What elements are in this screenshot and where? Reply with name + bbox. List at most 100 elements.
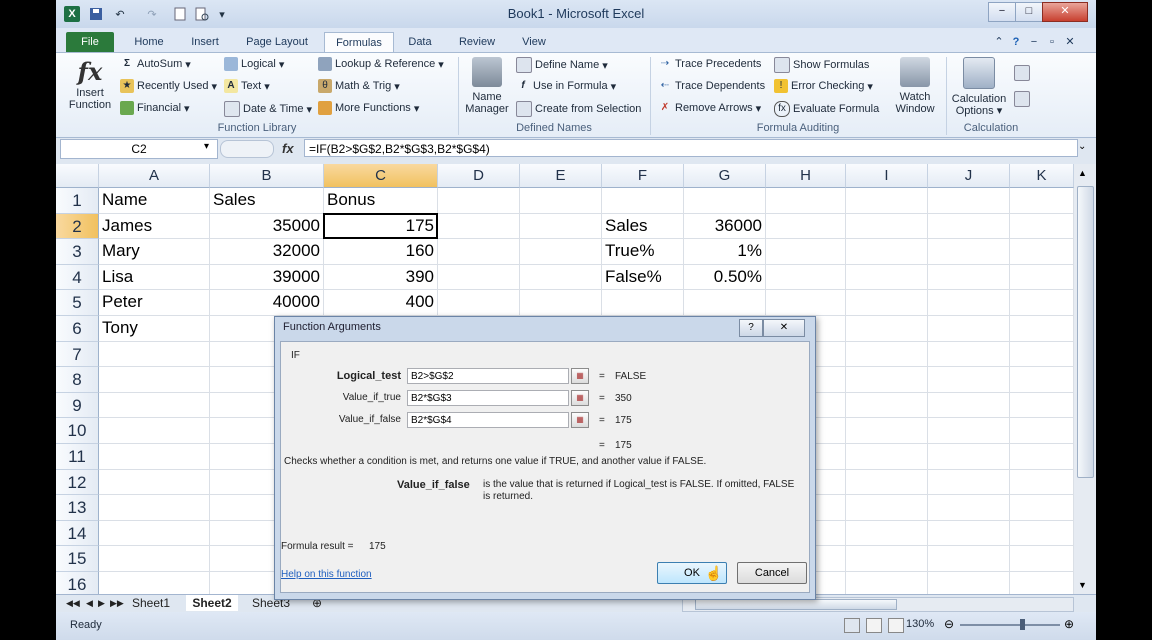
cell-g4[interactable]: 0.50%	[684, 267, 762, 287]
evaluate-formula-button[interactable]: fx Evaluate Formula	[774, 101, 879, 117]
row-header-7[interactable]: 7	[56, 341, 99, 368]
cell-f2[interactable]: Sales	[605, 216, 648, 236]
select-all-corner[interactable]	[56, 164, 99, 188]
watch-window-button[interactable]: Watch Window	[888, 57, 942, 115]
cell-b4[interactable]: 39000	[210, 267, 320, 287]
minimize-button[interactable]: −	[988, 2, 1016, 22]
row-header-8[interactable]: 8	[56, 367, 99, 393]
create-from-selection-button[interactable]: Create from Selection	[516, 101, 641, 117]
name-box-dropdown-icon[interactable]: ▾	[204, 141, 209, 152]
trace-dependents-button[interactable]: ⇠ Trace Dependents	[658, 79, 765, 93]
cell-a4[interactable]: Lisa	[102, 267, 133, 287]
normal-view-icon[interactable]	[844, 618, 860, 633]
tab-file[interactable]: File	[66, 32, 114, 52]
column-header-a[interactable]: A	[99, 164, 210, 188]
date-time-button[interactable]: Date & Time ▾	[224, 101, 312, 117]
column-header-d[interactable]: D	[438, 164, 520, 188]
cell-b5[interactable]: 40000	[210, 292, 320, 312]
tab-review[interactable]: Review	[452, 32, 502, 52]
tab-page-layout[interactable]: Page Layout	[240, 32, 314, 52]
row-header-9[interactable]: 9	[56, 392, 99, 419]
calculate-now-button[interactable]	[1014, 65, 1030, 81]
more-functions-button[interactable]: More Functions ▾	[318, 101, 419, 115]
zoom-in-icon[interactable]: ⊕	[1064, 617, 1074, 631]
row-header-6[interactable]: 6	[56, 316, 99, 342]
tab-data[interactable]: Data	[402, 32, 438, 52]
page-break-view-icon[interactable]	[888, 618, 904, 633]
sheet-nav-prev-icon[interactable]: ◀	[86, 595, 93, 611]
vertical-scrollbar[interactable]: ▲ ▼	[1074, 164, 1096, 594]
row-header-4[interactable]: 4	[56, 264, 99, 291]
arg-input-3[interactable]: B2*$G$4	[407, 412, 569, 428]
row-header-5[interactable]: 5	[56, 290, 99, 316]
dialog-close-button[interactable]: ✕	[763, 319, 805, 337]
insert-function-button[interactable]: fx Insert Function	[64, 57, 116, 111]
autosum-button[interactable]: Σ AutoSum ▾	[120, 57, 191, 71]
tab-formulas[interactable]: Formulas	[324, 32, 394, 53]
name-manager-button[interactable]: Name Manager	[460, 57, 514, 115]
tab-view[interactable]: View	[516, 32, 552, 52]
column-header-b[interactable]: B	[210, 164, 324, 188]
row-header-10[interactable]: 10	[56, 418, 99, 444]
calculation-options-button[interactable]: Calculation Options ▾	[948, 57, 1010, 117]
zoom-level[interactable]: 130%	[906, 618, 934, 630]
recently-used-button[interactable]: ★ Recently Used ▾	[120, 79, 217, 93]
cell-b1[interactable]: Sales	[213, 190, 256, 210]
column-header-e[interactable]: E	[520, 164, 602, 188]
cell-a2[interactable]: James	[102, 216, 152, 236]
doc-restore-icon[interactable]: ▫	[1044, 32, 1060, 52]
row-header-11[interactable]: 11	[56, 444, 99, 470]
column-header-k[interactable]: K	[1010, 164, 1074, 188]
collapse-dialog-icon[interactable]: ▦	[571, 368, 589, 384]
page-layout-view-icon[interactable]	[866, 618, 882, 633]
cell-c5[interactable]: 400	[324, 292, 434, 312]
logical-button[interactable]: Logical ▾	[224, 57, 284, 71]
doc-close-icon[interactable]: ✕	[1062, 32, 1078, 52]
name-box[interactable]: C2	[60, 139, 218, 159]
help-icon[interactable]: ?	[1007, 32, 1025, 52]
cell-a5[interactable]: Peter	[102, 292, 143, 312]
maximize-button[interactable]: □	[1015, 2, 1043, 22]
arg-input-1[interactable]: B2>$G$2	[407, 368, 569, 384]
sheet-nav-last-icon[interactable]: ▶▶	[110, 595, 124, 611]
cell-g2[interactable]: 36000	[684, 216, 762, 236]
cell-c1[interactable]: Bonus	[327, 190, 375, 210]
doc-minimize-icon[interactable]: −	[1026, 32, 1042, 52]
scroll-up-icon[interactable]: ▲	[1078, 168, 1087, 178]
collapse-dialog-icon[interactable]: ▦	[571, 390, 589, 406]
tab-home[interactable]: Home	[128, 32, 170, 52]
cell-a3[interactable]: Mary	[102, 241, 140, 261]
sheet-tab-sheet1[interactable]: Sheet1	[132, 595, 170, 611]
financial-button[interactable]: Financial ▾	[120, 101, 190, 115]
cell-a1[interactable]: Name	[102, 190, 147, 210]
define-name-button[interactable]: Define Name ▾	[516, 57, 608, 73]
cancel-button[interactable]: Cancel	[737, 562, 807, 584]
cell-b2[interactable]: 35000	[210, 216, 320, 236]
column-header-f[interactable]: F	[602, 164, 684, 188]
row-header-3[interactable]: 3	[56, 239, 99, 265]
cell-c4[interactable]: 390	[324, 267, 434, 287]
error-checking-button[interactable]: ! Error Checking ▾	[774, 79, 873, 93]
zoom-out-icon[interactable]: ⊖	[944, 617, 954, 631]
cell-c3[interactable]: 160	[324, 241, 434, 261]
sheet-nav-first-icon[interactable]: ◀◀	[66, 595, 80, 611]
sheet-nav-next-icon[interactable]: ▶	[98, 595, 105, 611]
row-header-12[interactable]: 12	[56, 469, 99, 496]
row-header-1[interactable]: 1	[56, 188, 99, 214]
row-header-16[interactable]: 16	[56, 572, 99, 594]
column-header-c[interactable]: C	[324, 164, 438, 188]
close-button[interactable]: ✕	[1042, 2, 1088, 22]
cell-b3[interactable]: 32000	[210, 241, 320, 261]
vertical-scroll-thumb[interactable]	[1077, 186, 1094, 478]
cell-f4[interactable]: False%	[605, 267, 662, 287]
cell-f3[interactable]: True%	[605, 241, 654, 261]
show-formulas-button[interactable]: Show Formulas	[774, 57, 869, 73]
scroll-down-icon[interactable]: ▼	[1078, 580, 1087, 590]
sheet-tab-sheet2[interactable]: Sheet2	[186, 595, 238, 611]
arg-input-2[interactable]: B2*$G$3	[407, 390, 569, 406]
lookup-reference-button[interactable]: Lookup & Reference ▾	[318, 57, 444, 71]
use-in-formula-button[interactable]: f Use in Formula ▾	[516, 79, 616, 93]
formula-bar-splitter[interactable]	[220, 140, 274, 158]
dialog-help-button[interactable]: ?	[739, 319, 763, 337]
row-header-2[interactable]: 2	[56, 213, 99, 240]
